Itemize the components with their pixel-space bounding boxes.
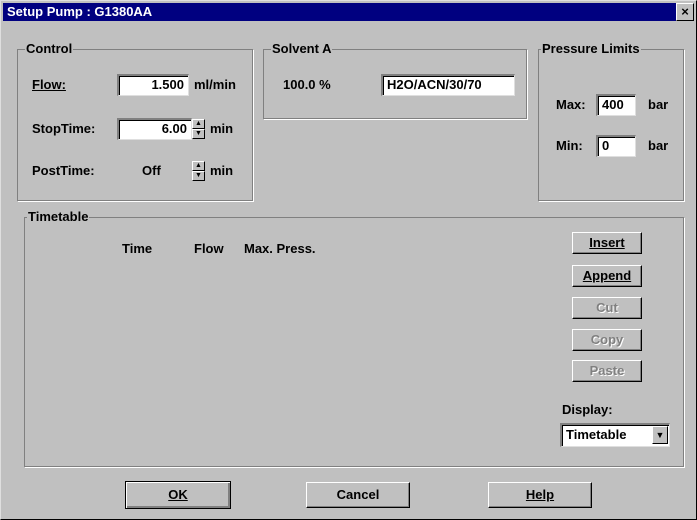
timetable-legend: Timetable [27, 209, 90, 224]
max-unit: bar [648, 97, 669, 112]
min-pressure-input[interactable]: 0 [596, 135, 636, 157]
min-label: Min: [556, 138, 583, 153]
cancel-button[interactable]: Cancel [306, 482, 410, 508]
column-header-max-press: Max. Press. [244, 241, 316, 256]
posttime-label: PostTime: [32, 163, 95, 178]
posttime-stepper[interactable]: ▲ ▼ [192, 161, 205, 181]
insert-button[interactable]: Insert [572, 232, 642, 254]
solvent-a-group: Solvent A 100.0 % H2O/ACN/30/70 [263, 41, 527, 119]
copy-button[interactable]: Copy [572, 329, 642, 351]
pressure-limits-legend: Pressure Limits [541, 41, 641, 56]
min-unit: bar [648, 138, 669, 153]
pressure-limits-group: Pressure Limits Max: 400 bar Min: 0 bar [538, 41, 684, 201]
close-icon[interactable]: × [676, 3, 694, 21]
stoptime-stepper[interactable]: ▲ ▼ [192, 119, 205, 139]
append-button[interactable]: Append [572, 265, 642, 287]
stoptime-input[interactable]: 6.00 [117, 118, 192, 140]
flow-input[interactable]: 1.500 [117, 74, 189, 96]
posttime-value: Off [142, 163, 161, 178]
display-label: Display: [562, 402, 613, 417]
timetable-group: Timetable Time Flow Max. Press. Insert A… [24, 209, 684, 467]
column-header-flow: Flow [194, 241, 224, 256]
title-bar: Setup Pump : G1380AA × [3, 3, 694, 21]
max-pressure-input[interactable]: 400 [596, 94, 636, 116]
stoptime-label: StopTime: [32, 121, 96, 136]
chevron-down-icon[interactable]: ▼ [652, 426, 668, 444]
window-title: Setup Pump : G1380AA [7, 4, 153, 19]
solvent-percent: 100.0 % [283, 77, 331, 92]
display-selected-value: Timetable [566, 427, 627, 442]
ok-button[interactable]: OK [125, 481, 231, 509]
spin-up-icon[interactable]: ▲ [192, 161, 205, 171]
stoptime-unit: min [210, 121, 234, 136]
solvent-a-legend: Solvent A [271, 41, 333, 56]
spin-up-icon[interactable]: ▲ [192, 119, 205, 129]
paste-button[interactable]: Paste [572, 360, 642, 382]
control-group: Control Flow: 1.500 ml/min StopTime: 6.0… [17, 41, 253, 201]
flow-unit: ml/min [194, 77, 236, 92]
spin-down-icon[interactable]: ▼ [192, 171, 205, 181]
column-header-time: Time [122, 241, 153, 256]
posttime-unit: min [210, 163, 234, 178]
help-button[interactable]: Help [488, 482, 592, 508]
spin-down-icon[interactable]: ▼ [192, 129, 205, 139]
flow-label: Flow: [32, 77, 66, 92]
solvent-name-input[interactable]: H2O/ACN/30/70 [381, 74, 515, 96]
display-select[interactable]: Timetable ▼ [560, 423, 670, 447]
max-label: Max: [556, 97, 586, 112]
control-legend: Control [25, 41, 74, 56]
setup-pump-dialog: Setup Pump : G1380AA × Control Flow: 1.5… [0, 0, 697, 520]
cut-button[interactable]: Cut [572, 297, 642, 319]
